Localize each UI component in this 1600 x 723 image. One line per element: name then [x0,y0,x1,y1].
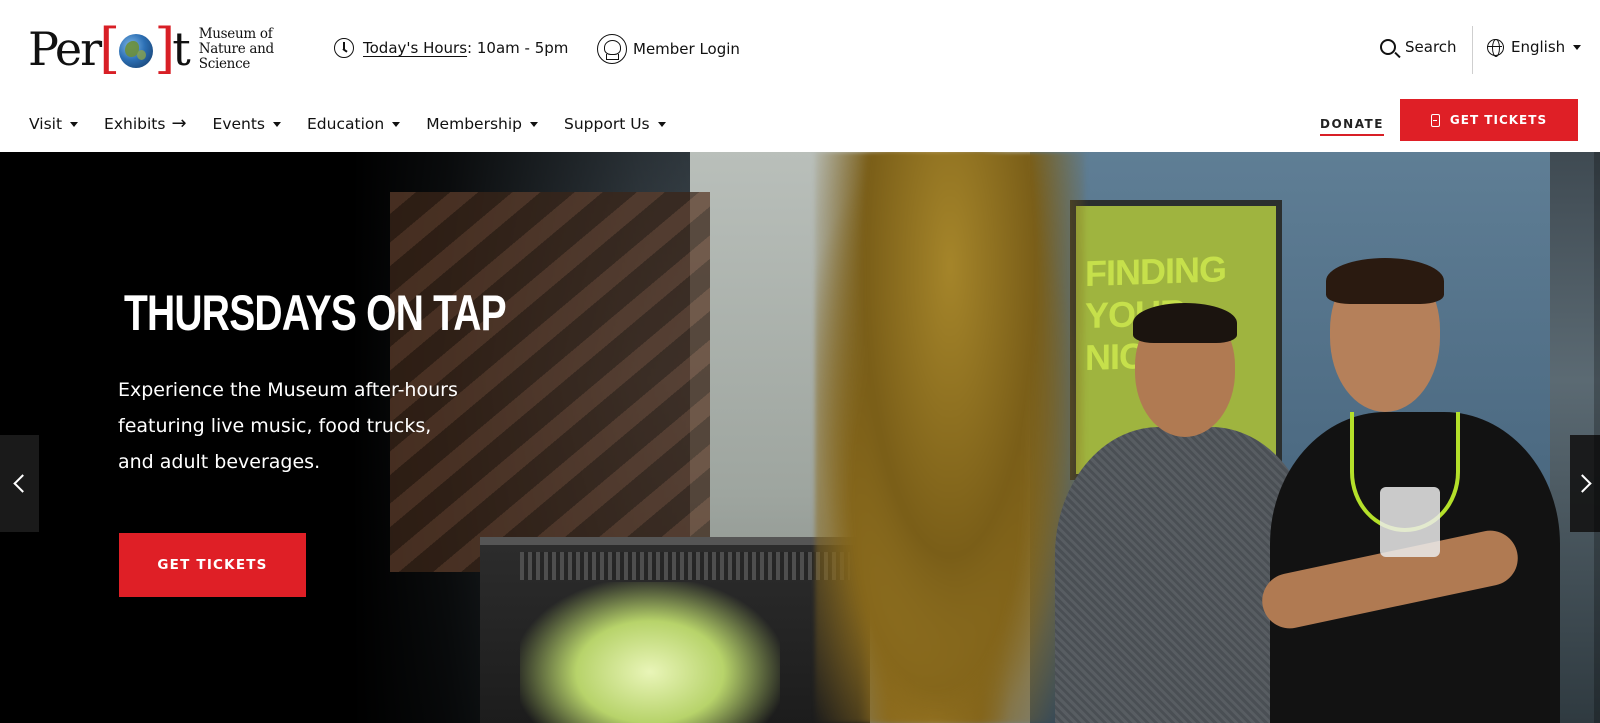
member-login-link[interactable]: Member Login [597,34,740,64]
globe-icon [1487,38,1504,57]
header-divider [1472,26,1473,74]
get-tickets-button-header[interactable]: GET TICKETS [1400,99,1578,141]
chevron-down-icon [273,121,282,127]
photo-vent-grille [520,552,850,580]
todays-hours: Today's Hours : 10am - 5pm [334,38,568,58]
nav-item-support-us[interactable]: Support Us [564,115,666,133]
search-label: Search [1405,38,1457,56]
nav-item-exhibits[interactable]: Exhibits → [104,113,187,134]
hero-get-tickets-button[interactable]: GET TICKETS [119,533,306,597]
chevron-down-icon [70,121,79,127]
ticket-icon [1430,113,1440,127]
hero-content: THURSDAYS ON TAP Experience the Museum a… [112,284,532,480]
nav-item-visit[interactable]: Visit [29,115,79,133]
nav-item-membership[interactable]: Membership [426,115,538,133]
nav-item-label: Events [212,115,266,133]
chevron-left-icon [13,474,32,493]
nav-menu: Visit Exhibits → Events Education Member… [29,115,692,133]
nav-item-label: Membership [426,115,522,133]
search-button[interactable]: Search [1380,38,1457,56]
photo-person-right [1257,258,1560,723]
logo-bracket-left: [ [99,17,120,80]
arrow-right-icon: → [171,113,187,134]
photo-person-left-hair [1133,303,1237,343]
hero-title: THURSDAYS ON TAP [124,285,507,341]
clock-icon [334,38,354,58]
nav-item-label: Support Us [564,115,650,133]
logo-wordmark: Per [ ] t [28,17,191,80]
hero-carousel-slide: FINDING YOUR NICHE THURSDAYS ON TAP Expe… [0,152,1600,723]
photo-green-light [520,582,780,723]
hero-description-line: Experience the Museum after-hours [118,379,458,401]
perot-museum-logo[interactable]: Per [ ] t Museum of Nature and Science [28,18,308,80]
hero-title-row: THURSDAYS ON TAP [112,284,532,342]
page-scrollbar[interactable] [1594,152,1600,723]
photo-drink-cup [1380,487,1440,557]
donate-link[interactable]: DONATE [1320,117,1384,136]
language-label: English [1511,38,1566,56]
chevron-down-icon [530,121,538,127]
earth-globe-icon [119,34,154,68]
logo-subtitle-line1: Museum of [198,25,273,42]
language-selector[interactable]: English [1487,38,1582,57]
photo-dinosaur-bone [815,152,1085,723]
logo-subtitle: Museum of Nature and Science [198,25,308,72]
member-login-label: Member Login [633,40,740,58]
search-icon [1380,39,1396,55]
logo-subtitle-line2: Nature and Science [198,40,274,72]
top-bar: Per [ ] t Museum of Nature and Science T… [0,0,1600,98]
nav-item-label: Exhibits [104,115,166,133]
main-nav: Visit Exhibits → Events Education Member… [0,98,1600,152]
todays-hours-link[interactable]: Today's Hours [363,39,467,57]
nav-item-label: Education [307,115,385,133]
chevron-down-icon [392,121,401,127]
hero-description-line: featuring live music, food trucks, [118,415,432,437]
photo-person-right-hair [1326,258,1444,304]
nav-item-education[interactable]: Education [307,115,401,133]
todays-hours-value: : 10am - 5pm [467,39,569,57]
logo-bracket-right: ] [154,17,175,80]
carousel-prev-button[interactable] [0,435,39,532]
chevron-down-icon [657,121,666,127]
nav-item-label: Visit [29,115,63,133]
nav-item-events[interactable]: Events [212,115,282,133]
hero-description-line: and adult beverages. [118,451,321,473]
logo-word-right: t [172,22,190,76]
astronaut-icon [597,34,627,64]
chevron-down-icon [1573,44,1582,50]
chevron-right-icon [1572,474,1592,493]
hero-description: Experience the Museum after-hours featur… [118,372,458,480]
logo-word-left: Per [28,22,102,76]
get-tickets-label: GET TICKETS [1449,113,1548,127]
